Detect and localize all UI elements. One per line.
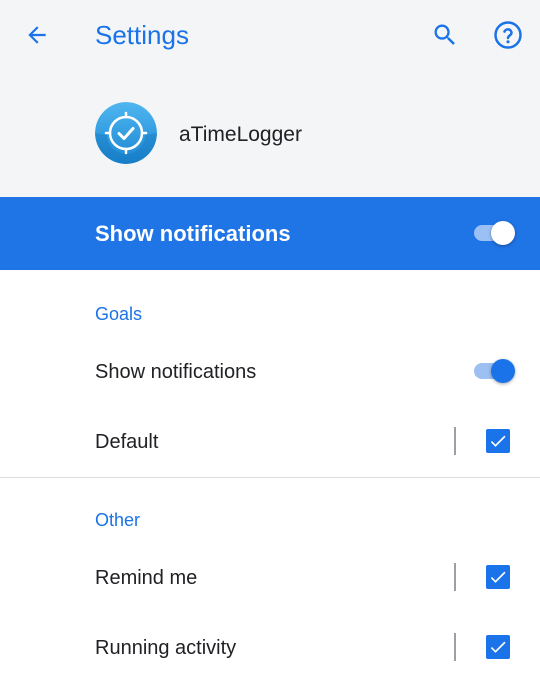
- other-running-activity-checkbox[interactable]: [486, 635, 510, 659]
- other-remind-me-checkbox[interactable]: [486, 565, 510, 589]
- search-icon: [434, 24, 455, 45]
- section-header-other: Other: [95, 510, 141, 530]
- goals-show-notifications-switch[interactable]: [474, 359, 516, 383]
- arrow-back-icon: [28, 26, 46, 44]
- goals-default-label: Default: [95, 431, 159, 453]
- clock-check-app-icon: [95, 102, 157, 164]
- other-remind-me-row[interactable]: Remind me: [0, 542, 540, 612]
- goals-default-row[interactable]: Default: [0, 406, 540, 476]
- goals-show-notifications-row[interactable]: Show notifications: [0, 336, 540, 406]
- section-divider: [0, 477, 540, 478]
- page-title: Settings: [95, 20, 189, 50]
- master-notifications-toggle-row[interactable]: Show notifications: [0, 197, 540, 270]
- help-button[interactable]: [490, 17, 526, 53]
- back-button[interactable]: [20, 18, 54, 52]
- goals-show-notifications-label: Show notifications: [95, 361, 257, 383]
- checkmark-icon: [490, 435, 506, 447]
- other-running-activity-label: Running activity: [95, 637, 237, 659]
- search-button[interactable]: [428, 18, 462, 52]
- goals-default-checkbox[interactable]: [486, 429, 510, 453]
- checkmark-icon: [490, 571, 506, 583]
- other-running-activity-row[interactable]: Running activity: [0, 612, 540, 680]
- checkmark-icon: [490, 641, 506, 653]
- other-remind-me-label: Remind me: [95, 567, 198, 589]
- row-divider: [454, 563, 456, 591]
- master-toggle-label: Show notifications: [95, 221, 291, 246]
- section-header-goals: Goals: [95, 304, 143, 324]
- row-divider: [454, 633, 456, 661]
- app-header: Settings aTimeLogger: [0, 0, 540, 197]
- master-notifications-switch[interactable]: [474, 221, 516, 245]
- app-name: aTimeLogger: [179, 123, 302, 146]
- help-circle-icon: [494, 21, 522, 49]
- row-divider: [454, 427, 456, 455]
